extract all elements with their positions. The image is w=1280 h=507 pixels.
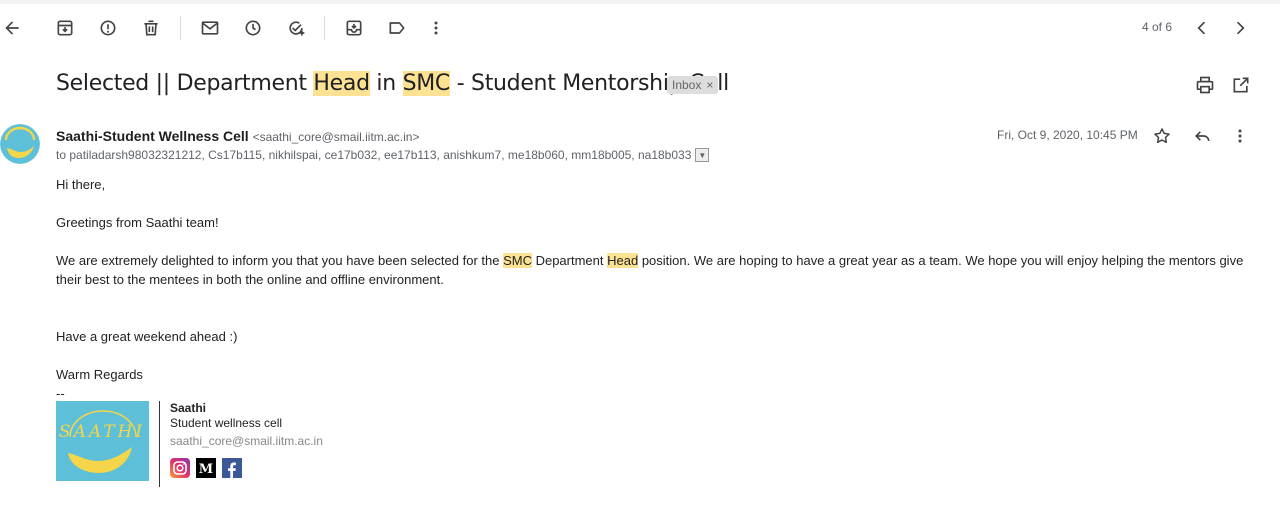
saathi-logo-icon: SAATHI [56, 401, 149, 481]
saathi-logo: SAATHI [56, 401, 149, 481]
open-new-window-button[interactable] [1229, 73, 1253, 97]
recipients-line: to patiladarsh98032321212, Cs17b115, nik… [56, 148, 710, 162]
clock-icon [245, 20, 261, 36]
saathi-avatar-icon [0, 124, 40, 164]
paragraph-text: We are extremely delighted to inform you… [56, 253, 504, 268]
greeting: Hi there, [56, 177, 106, 192]
move-to-icon [346, 20, 362, 36]
trash-icon [144, 20, 158, 36]
weekend-line: Have a great weekend ahead :) [56, 329, 238, 344]
toolbar-separator [180, 16, 181, 40]
email-date: Fri, Oct 9, 2020, 10:45 PM [997, 128, 1138, 142]
signature-divider [159, 401, 160, 487]
subject-part: Selected || Department [56, 71, 314, 96]
social-links: M [170, 458, 242, 478]
paragraph-text: Department [531, 253, 608, 268]
pager-count: 4 of 6 [1141, 20, 1173, 34]
highlight-head: Head [607, 253, 639, 268]
archive-button[interactable] [53, 16, 77, 40]
delete-button[interactable] [139, 16, 163, 40]
star-button[interactable] [1150, 124, 1174, 148]
signature-text: Saathi Student wellness cell saathi_core… [170, 401, 323, 449]
newer-button[interactable] [1190, 16, 1214, 40]
add-to-tasks-button[interactable] [284, 16, 308, 40]
chevron-left-icon [1197, 21, 1206, 35]
toolbar-separator [324, 16, 325, 40]
more-vert-icon [434, 21, 438, 35]
facebook-icon[interactable] [222, 458, 242, 478]
labels-button[interactable] [385, 16, 409, 40]
print-icon [1196, 76, 1214, 94]
chevron-right-icon [1236, 21, 1245, 35]
back-button[interactable] [0, 16, 24, 40]
move-to-button[interactable] [342, 16, 366, 40]
top-border [0, 0, 1280, 4]
print-button[interactable] [1193, 73, 1217, 97]
more-vert-icon [1238, 129, 1242, 143]
mail-icon [201, 21, 219, 35]
label-icon [389, 22, 405, 34]
regards-line: Warm Regards [56, 367, 143, 382]
reply-button[interactable] [1190, 124, 1214, 148]
archive-icon [57, 20, 73, 36]
medium-icon[interactable]: M [196, 458, 216, 478]
subject-part: in [369, 71, 403, 96]
signature-name: Saathi [170, 401, 207, 415]
signature-block: SAATHI Saathi Student wellness cell saat… [56, 401, 456, 487]
signature-email[interactable]: saathi_core@smail.iitm.ac.in [170, 434, 323, 449]
label-text: Inbox [672, 78, 702, 92]
sender-email: <saathi_core@smail.iitm.ac.in> [252, 130, 420, 144]
subject-highlight: SMC [402, 71, 450, 96]
sender-line: Saathi-Student Wellness Cell <saathi_cor… [56, 128, 419, 144]
message-more-button[interactable] [1228, 124, 1252, 148]
snooze-button[interactable] [241, 16, 265, 40]
subject-highlight: Head [313, 71, 370, 96]
main-paragraph: We are extremely delighted to inform you… [56, 251, 1256, 289]
show-details-button[interactable]: ▼ [695, 148, 710, 162]
caret-down-icon: ▼ [698, 150, 707, 160]
svg-text:M: M [199, 462, 213, 477]
remove-label-button[interactable]: × [706, 76, 713, 94]
email-subject: Selected || Department Head in SMC - Stu… [56, 71, 729, 96]
sender-avatar [0, 124, 40, 164]
older-button[interactable] [1228, 16, 1252, 40]
instagram-icon[interactable] [170, 458, 190, 478]
signature-role: Student wellness cell [170, 416, 283, 430]
mark-unread-button[interactable] [198, 16, 222, 40]
reply-icon [1194, 131, 1210, 142]
highlight-smc: SMC [503, 253, 532, 268]
recipients-text: to patiladarsh98032321212, Cs17b115, nik… [56, 148, 692, 162]
arrow-back-icon [5, 21, 19, 35]
sender-name[interactable]: Saathi-Student Wellness Cell [56, 128, 249, 144]
add-task-icon [289, 21, 305, 36]
open-in-new-icon [1233, 77, 1249, 93]
report-spam-button[interactable] [96, 16, 120, 40]
greetings-line: Greetings from Saathi team! [56, 215, 219, 230]
logo-text: SAATHI [59, 422, 145, 442]
report-icon [100, 20, 116, 36]
more-options-button[interactable] [424, 16, 448, 40]
inbox-label-chip: Inbox × [667, 76, 719, 94]
star-icon [1154, 128, 1170, 144]
email-body: Hi there, Greetings from Saathi team! We… [56, 175, 1256, 403]
